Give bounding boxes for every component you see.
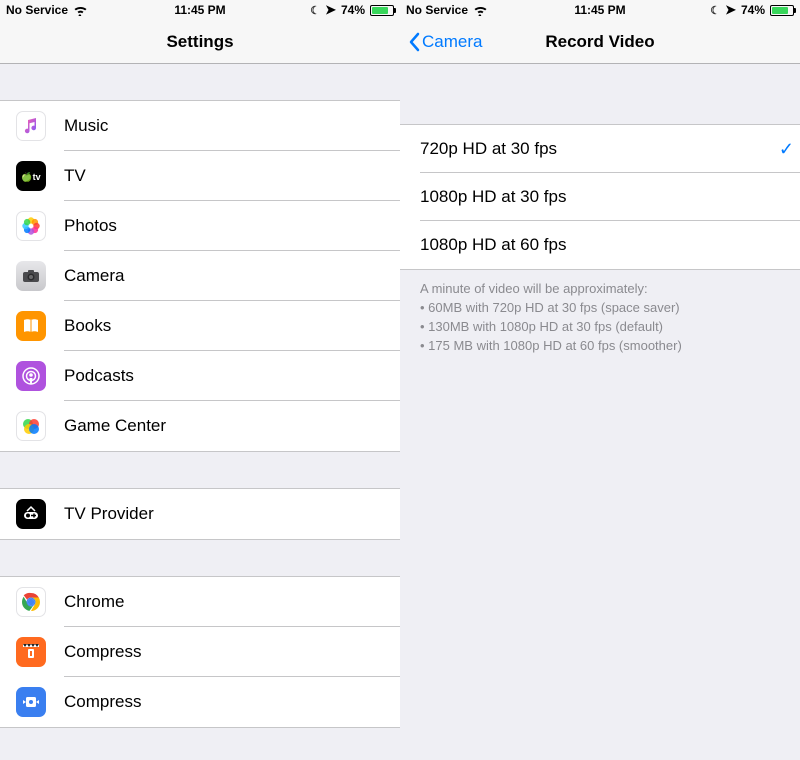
settings-row-photos[interactable]: Photos — [0, 201, 400, 251]
video-option[interactable]: 1080p HD at 30 fps — [400, 173, 800, 221]
gamecenter-icon — [16, 411, 46, 441]
settings-row-chrome[interactable]: Chrome — [0, 577, 400, 627]
settings-row-tvprovider[interactable]: TV Provider — [0, 489, 400, 539]
settings-row-podcasts[interactable]: Podcasts — [0, 351, 400, 401]
svg-text:🍏tv: 🍏tv — [21, 171, 40, 182]
podcasts-icon — [16, 361, 46, 391]
settings-row-tv[interactable]: 🍏tv TV — [0, 151, 400, 201]
video-option[interactable]: 1080p HD at 60 fps — [400, 221, 800, 269]
row-label: Game Center — [64, 416, 166, 436]
footer-note: A minute of video will be approximately:… — [400, 270, 800, 365]
option-label: 1080p HD at 30 fps — [420, 187, 566, 207]
footer-line: • 175 MB with 1080p HD at 60 fps (smooth… — [420, 337, 780, 356]
location-icon: ➤ — [325, 2, 336, 18]
camera-icon — [16, 261, 46, 291]
music-icon — [16, 111, 46, 141]
carrier-text: No Service — [406, 3, 468, 17]
status-bar: No Service 11:45 PM ☾ ➤ 74% — [400, 0, 800, 20]
row-label: Chrome — [64, 592, 124, 612]
chrome-icon — [16, 587, 46, 617]
compress2-icon — [16, 687, 46, 717]
status-bar: No Service 11:45 PM ☾ ➤ 74% — [0, 0, 400, 20]
page-title: Record Video — [545, 32, 654, 52]
row-label: Compress — [64, 692, 141, 712]
video-option[interactable]: 720p HD at 30 fps ✓ — [400, 125, 800, 173]
battery-pct: 74% — [741, 3, 765, 17]
battery-pct: 74% — [341, 3, 365, 17]
record-video-pane: No Service 11:45 PM ☾ ➤ 74% Camera Recor… — [400, 0, 800, 760]
row-label: Camera — [64, 266, 124, 286]
books-icon — [16, 311, 46, 341]
footer-line: • 60MB with 720p HD at 30 fps (space sav… — [420, 299, 780, 318]
settings-row-camera[interactable]: Camera — [0, 251, 400, 301]
tvprovider-icon — [16, 499, 46, 529]
status-time: 11:45 PM — [574, 3, 625, 17]
video-options-group: 720p HD at 30 fps ✓ 1080p HD at 30 fps 1080… — [400, 124, 800, 270]
page-title: Settings — [166, 32, 233, 52]
settings-pane: No Service 11:45 PM ☾ ➤ 74% Settings Mus… — [0, 0, 400, 760]
row-label: Photos — [64, 216, 117, 236]
dnd-icon: ☾ — [310, 4, 320, 17]
status-time: 11:45 PM — [174, 3, 225, 17]
carrier-text: No Service — [6, 3, 68, 17]
checkmark-icon: ✓ — [779, 139, 794, 160]
settings-row-compress2[interactable]: Compress — [0, 677, 400, 727]
row-label: Books — [64, 316, 111, 336]
record-video-nav: Camera Record Video — [400, 20, 800, 64]
settings-row-compress1[interactable]: Compress — [0, 627, 400, 677]
option-label: 720p HD at 30 fps — [420, 139, 557, 159]
location-icon: ➤ — [725, 2, 736, 18]
back-button[interactable]: Camera — [408, 32, 482, 52]
settings-row-gc[interactable]: Game Center — [0, 401, 400, 451]
row-label: TV — [64, 166, 86, 186]
row-label: TV Provider — [64, 504, 154, 524]
footer-lead: A minute of video will be approximately: — [420, 280, 780, 299]
settings-nav: Settings — [0, 20, 400, 64]
section-gap — [0, 540, 400, 576]
settings-row-books[interactable]: Books — [0, 301, 400, 351]
settings-group: Chrome Compress Compress — [0, 576, 400, 728]
back-label: Camera — [422, 32, 482, 52]
row-label: Compress — [64, 642, 141, 662]
row-label: Podcasts — [64, 366, 134, 386]
photos-icon — [16, 211, 46, 241]
dnd-icon: ☾ — [710, 4, 720, 17]
wifi-icon — [73, 5, 88, 16]
settings-group: TV Provider — [0, 488, 400, 540]
section-gap — [0, 64, 400, 100]
row-label: Music — [64, 116, 108, 136]
wifi-icon — [473, 5, 488, 16]
compress1-icon — [16, 637, 46, 667]
option-label: 1080p HD at 60 fps — [420, 235, 566, 255]
battery-icon — [370, 5, 394, 16]
settings-group: Music 🍏tv TV Photos Camera Books Podcasts Game … — [0, 100, 400, 452]
settings-row-music[interactable]: Music — [0, 101, 400, 151]
tv-icon: 🍏tv — [16, 161, 46, 191]
battery-icon — [770, 5, 794, 16]
section-gap — [400, 64, 800, 124]
section-gap — [0, 452, 400, 488]
footer-line: • 130MB with 1080p HD at 30 fps (default… — [420, 318, 780, 337]
